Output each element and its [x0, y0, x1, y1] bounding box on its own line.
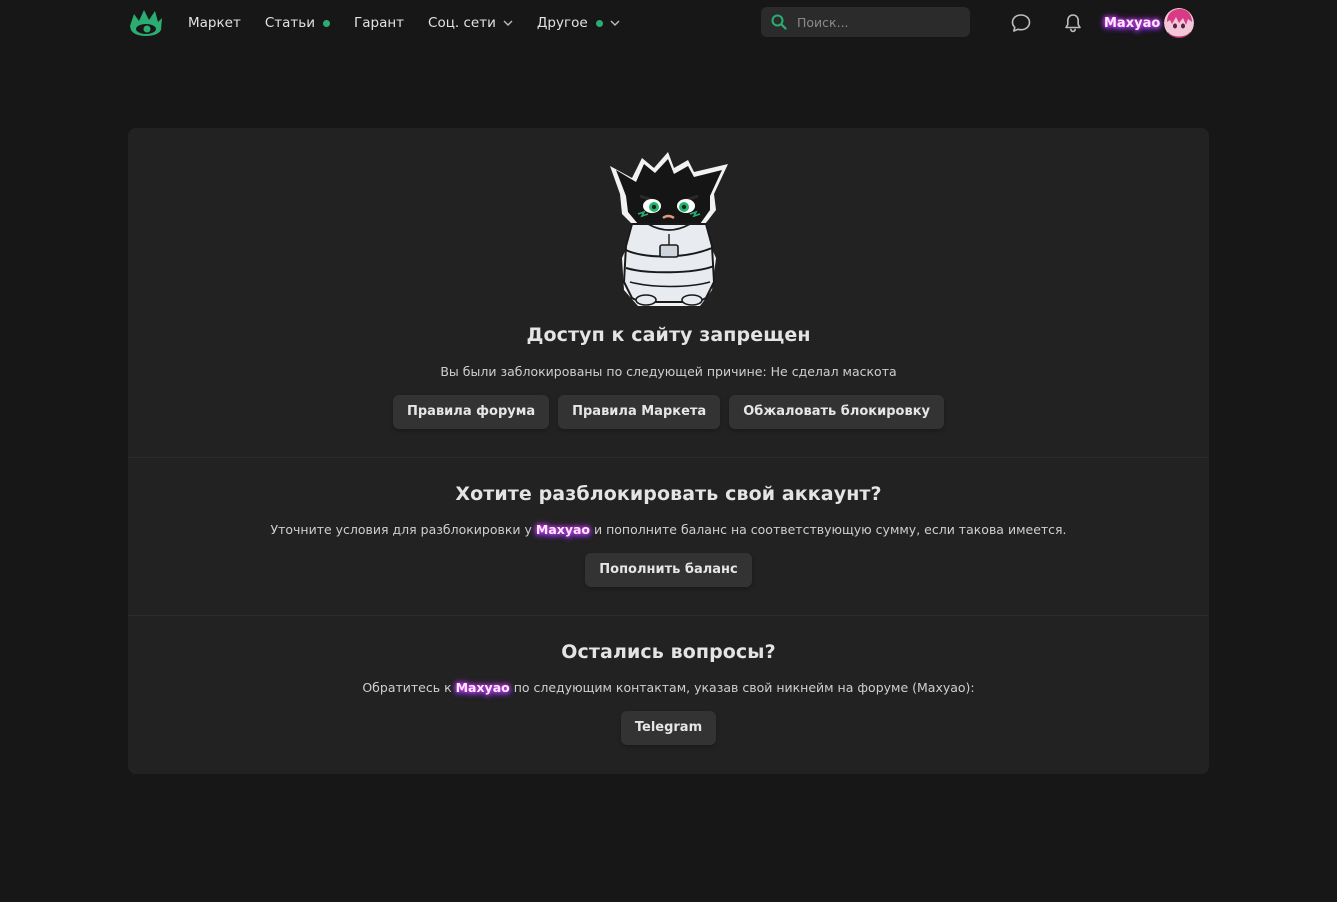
unlock-text: Уточните условия для разблокировки у Max… — [128, 522, 1209, 537]
ban-notice-card: Доступ к сайту запрещен Вы были заблокир… — [128, 128, 1209, 774]
unlock-section: Хотите разблокировать свой аккаунт? Уточ… — [128, 483, 1209, 587]
new-indicator-dot — [323, 19, 330, 27]
telegram-button[interactable]: Telegram — [620, 711, 717, 745]
nav-item-social[interactable]: Соц. сети — [428, 15, 513, 31]
unlock-text-part: и пополните баланс на соответствующую су… — [590, 522, 1067, 537]
ban-title: Доступ к сайту запрещен — [526, 324, 811, 346]
chat-bubble-icon[interactable] — [1010, 12, 1032, 34]
admin-nick-link[interactable]: Maxyao — [536, 522, 590, 537]
chevron-down-icon — [503, 20, 513, 26]
search-icon — [771, 14, 787, 30]
nav-item-label: Маркет — [188, 15, 241, 31]
questions-text: Обратитесь к Maxyao по следующим контакт… — [128, 680, 1209, 695]
questions-section: Остались вопросы? Обратитесь к Maxyao по… — [128, 641, 1209, 745]
ban-actions: Правила форума Правила Маркета Обжаловат… — [128, 395, 1209, 429]
questions-title: Остались вопросы? — [561, 641, 776, 663]
unlock-title: Хотите разблокировать свой аккаунт? — [455, 483, 882, 505]
nav-item-label: Соц. сети — [428, 15, 496, 31]
nav-item-articles[interactable]: Статьи — [265, 15, 330, 31]
username: Maxyao — [1104, 15, 1161, 31]
unlock-actions: Пополнить баланс — [128, 553, 1209, 587]
search-box — [761, 7, 970, 37]
questions-text-part: по следующим контактам, указав свой никн… — [509, 680, 975, 695]
questions-text-part: Обратитесь к — [362, 680, 456, 695]
ban-reason: Вы были заблокированы по следующей причи… — [440, 364, 897, 379]
top-up-balance-button[interactable]: Пополнить баланс — [585, 553, 752, 587]
top-navbar: Маркет Статьи Гарант Соц. сети Другое По… — [0, 0, 1337, 46]
nav-item-market[interactable]: Маркет — [188, 15, 241, 31]
straitjacket-cat-mascot — [610, 152, 728, 306]
unlock-text-part: Уточните условия для разблокировки у — [270, 522, 536, 537]
appeal-ban-button[interactable]: Обжаловать блокировку — [729, 395, 944, 429]
forum-rules-button[interactable]: Правила форума — [393, 395, 550, 429]
nav-item-label: Статьи — [264, 15, 315, 31]
avatar — [1164, 8, 1195, 38]
market-rules-button[interactable]: Правила Маркета — [558, 395, 721, 429]
divider — [128, 457, 1209, 458]
nav-item-guarantor[interactable]: Гарант — [354, 15, 404, 31]
admin-nick-link[interactable]: Maxyao — [456, 680, 510, 695]
eye-crown-logo[interactable] — [128, 6, 164, 38]
nav-item-label: Гарант — [354, 15, 405, 31]
main-nav: Маркет Статьи Гарант Соц. сети Другое — [188, 0, 644, 46]
nav-item-other[interactable]: Другое — [537, 15, 620, 31]
user-menu[interactable]: Maxyao — [1104, 7, 1195, 39]
contact-actions: Telegram — [128, 711, 1209, 745]
divider — [128, 615, 1209, 616]
new-indicator-dot — [595, 19, 603, 27]
chevron-down-icon — [610, 20, 620, 26]
nav-item-label: Другое — [536, 15, 588, 31]
bell-icon[interactable] — [1062, 12, 1084, 34]
search-input[interactable] — [795, 13, 959, 31]
ban-section: Доступ к сайту запрещен Вы были заблокир… — [128, 324, 1209, 429]
